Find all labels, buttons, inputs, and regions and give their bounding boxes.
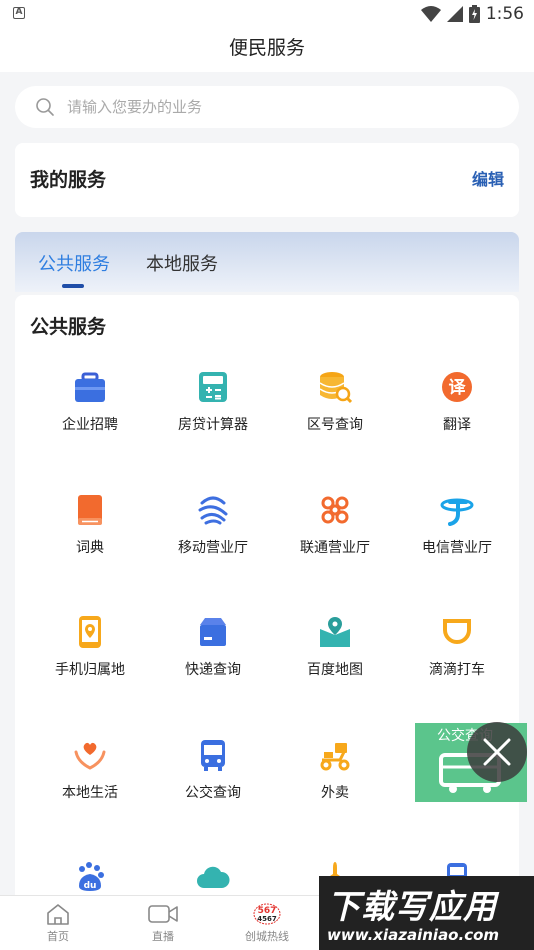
briefcase-icon xyxy=(75,372,105,402)
close-ad-button[interactable] xyxy=(467,722,527,782)
service-china-mobile[interactable]: 移动营业厅 xyxy=(152,493,274,557)
book-icon xyxy=(78,495,102,525)
watermark-title: 下载写应用 xyxy=(327,887,497,926)
clock: 1:56 xyxy=(485,4,524,24)
china-mobile-icon xyxy=(198,496,228,525)
my-services-title: 我的服务 xyxy=(30,169,107,191)
china-unicom-icon xyxy=(321,496,349,524)
service-job-recruitment[interactable]: 企业招聘 xyxy=(29,370,151,434)
china-telecom-icon xyxy=(440,498,474,526)
watermark-logo: 下载写应用 www.xiazainiao.com xyxy=(319,876,534,950)
video-icon xyxy=(148,905,178,923)
translate-icon: 译 xyxy=(442,372,472,402)
service-express-tracking[interactable]: 快递查询 xyxy=(152,615,274,679)
status-bar: A 1:56 xyxy=(0,0,534,30)
close-icon xyxy=(483,738,511,766)
notification-icon: A xyxy=(13,7,25,19)
tabbar-hotline[interactable]: 567 4567 创城热线 xyxy=(232,902,302,944)
section-title: 公共服务 xyxy=(30,316,107,338)
svg-text:译: 译 xyxy=(449,378,467,398)
phone-location-icon xyxy=(79,616,101,648)
tab-public-services[interactable]: 公共服务 xyxy=(38,250,110,276)
service-mortgage-calculator[interactable]: 房贷计算器 xyxy=(152,370,274,434)
service-didi[interactable]: 滴滴打车 xyxy=(396,615,518,679)
service-local-life[interactable]: 本地生活 xyxy=(29,738,151,802)
calculator-icon xyxy=(199,372,227,402)
signal-icon xyxy=(446,6,463,22)
battery-icon xyxy=(468,5,480,23)
tabbar-home[interactable]: 首页 xyxy=(23,902,93,944)
home-icon xyxy=(47,904,69,925)
service-phone-location[interactable]: 手机归属地 xyxy=(29,615,151,679)
search-area: 请输入您要办的业务 xyxy=(0,72,534,132)
service-takeaway[interactable]: 外卖 xyxy=(274,738,396,802)
status-icons: 1:56 xyxy=(420,4,524,24)
scooter-icon xyxy=(320,743,350,771)
svg-text:4567: 4567 xyxy=(257,915,277,923)
service-china-telecom[interactable]: 电信营业厅 xyxy=(396,493,518,557)
service-china-unicom[interactable]: 联通营业厅 xyxy=(274,493,396,557)
page-title: 便民服务 xyxy=(0,30,534,72)
my-services-card: 我的服务 编辑 xyxy=(15,143,519,217)
hotline-icon: 5674567 xyxy=(253,903,281,925)
database-search-icon xyxy=(319,372,352,404)
service-area-code[interactable]: 区号查询 xyxy=(274,370,396,434)
package-icon xyxy=(200,618,226,646)
bus-icon xyxy=(201,740,225,771)
heart-hands-icon xyxy=(74,742,106,770)
public-services-section: 公共服务 企业招聘 房贷计算器 区号查询 译 翻译 词典 移动营业厅 联通营业厅… xyxy=(15,295,519,950)
service-tabs: 公共服务 本地服务 xyxy=(15,232,519,292)
baidu-icon: du xyxy=(79,862,104,891)
wifi-icon xyxy=(420,6,441,22)
service-baidu-map[interactable]: 百度地图 xyxy=(274,615,396,679)
tabbar-live[interactable]: 直播 xyxy=(128,902,198,944)
map-icon xyxy=(320,617,350,647)
svg-text:du: du xyxy=(84,881,97,891)
cloud-icon xyxy=(197,866,230,888)
didi-icon xyxy=(443,619,471,644)
search-placeholder: 请输入您要办的业务 xyxy=(67,98,203,116)
service-translate[interactable]: 译 翻译 xyxy=(396,370,518,434)
active-tab-indicator xyxy=(62,284,84,288)
service-bus-query[interactable]: 公交查询 xyxy=(152,738,274,802)
service-dictionary[interactable]: 词典 xyxy=(29,493,151,557)
edit-button[interactable]: 编辑 xyxy=(472,143,504,217)
search-input[interactable]: 请输入您要办的业务 xyxy=(15,86,519,128)
search-icon xyxy=(36,98,54,116)
tab-local-services[interactable]: 本地服务 xyxy=(146,250,218,276)
watermark-url: www.xiazainiao.com xyxy=(327,926,500,944)
